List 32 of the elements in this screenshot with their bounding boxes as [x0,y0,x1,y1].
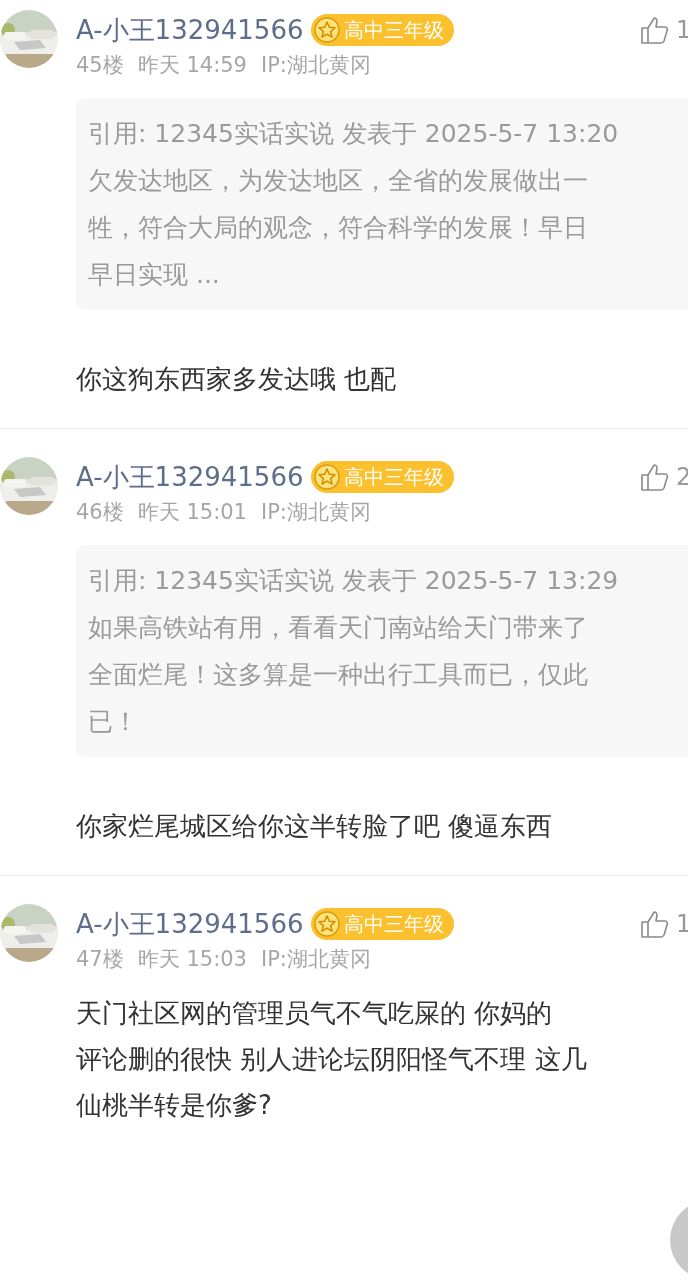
quote-text: 全面烂尾！这多算是一种出行工具而已，仅此 [88,659,589,691]
floor-number: 45楼 [76,52,124,80]
floor-number: 46楼 [76,499,124,527]
thumbs-up-icon[interactable] [640,909,670,939]
ip-location: IP:湖北黄冈 [260,52,371,80]
quote-header: 引用: 12345实话实说 发表于 2025-5-7 13:20 [88,118,620,150]
thumbs-up-icon[interactable] [640,462,670,492]
post-time: 昨天 14:59 [137,52,247,80]
post-time: 昨天 15:01 [137,499,247,527]
comment-text: 你这狗东西家多发达哦 也配 [76,363,398,396]
quote-text: 欠发达地区，为发达地区，全省的发展做出一 [88,165,589,197]
quote-text: 如果高铁站有用，看看天门南站给天门带来了 [88,612,589,644]
level-badge: 高中三年级 [311,461,455,493]
quote-text: 早日实现 ... [88,259,221,291]
comment-text: 天门社区网的管理员气不气吃屎的 你妈的 [76,997,554,1030]
level-badge: 高中三年级 [311,14,455,46]
username[interactable]: A-小王132941566 [76,904,304,944]
username[interactable]: A-小王132941566 [76,457,304,497]
username[interactable]: A-小王132941566 [76,10,304,50]
comment-text: 评论删的很快 别人进论坛阴阳怪气不理 这几 [76,1043,588,1076]
level-badge: 高中三年级 [311,908,455,940]
thumbs-up-icon[interactable] [640,15,670,45]
quote-header: 引用: 12345实话实说 发表于 2025-5-7 13:29 [88,565,620,597]
quote-text: 已！ [88,706,139,738]
like-count: 2 [676,465,688,489]
post-time: 昨天 15:03 [137,946,247,974]
comment-text: 你家烂尾城区给你这半转脸了吧 傻逼东西 [76,810,554,843]
ip-location: IP:湖北黄冈 [260,499,371,527]
floor-number: 47楼 [76,946,124,974]
comment-text: 仙桃半转是你爹? [76,1089,273,1122]
ip-location: IP:湖北黄冈 [260,946,371,974]
quote-text: 牲，符合大局的观念，符合科学的发展！早日 [88,212,589,244]
